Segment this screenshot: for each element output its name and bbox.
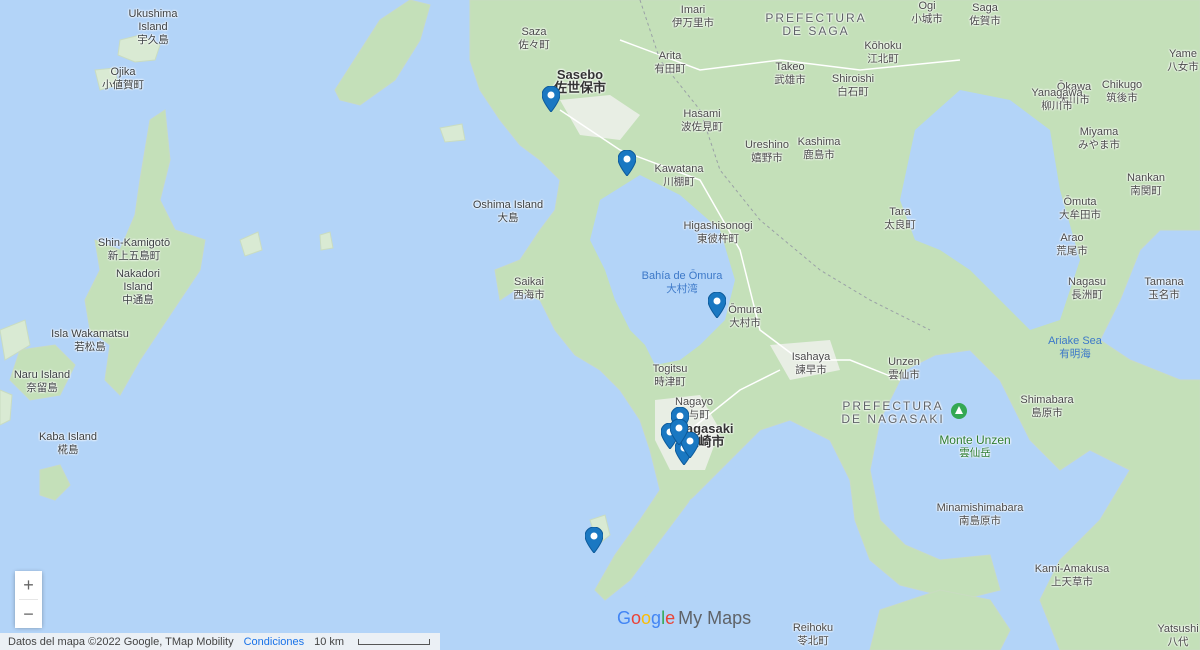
label-yatsushiro: Yatsushi 八代 [1157, 623, 1199, 648]
label-shiroishi: Shiroishi 白石町 [831, 73, 875, 98]
label-oshima: Oshima Island 大島 [472, 199, 544, 224]
label-kawatana: Kawatana 川棚町 [654, 163, 704, 188]
label-togitsu: Togitsu 時津町 [652, 363, 688, 388]
terms-link[interactable]: Condiciones [244, 636, 305, 648]
label-omura: Ōmura 大村市 [728, 304, 762, 329]
label-tara: Tara 太良町 [884, 206, 916, 231]
label-nagasu: Nagasu 長洲町 [1068, 276, 1106, 301]
pin-nagasaki-5[interactable] [670, 419, 688, 445]
pin-sasebo[interactable] [542, 86, 560, 112]
label-yanagawa: Yanagawa 柳川市 [1031, 87, 1083, 112]
label-hasami: Hasami 波佐見町 [681, 108, 723, 133]
label-chikugo: Chikugo 筑後市 [1101, 79, 1143, 104]
label-wakamatsu: Isla Wakamatsu 若松島 [51, 328, 129, 353]
label-tamana: Tamana 玉名市 [1144, 276, 1184, 301]
label-prefectura-nagasaki: PREFECTURA DE NAGASAKI [841, 399, 945, 426]
label-nankan: Nankan 南関町 [1127, 172, 1165, 197]
label-kamiamakusa: Kami-Amakusa 上天草市 [1034, 563, 1110, 588]
google-my-maps-logo: Google My Maps [617, 608, 752, 628]
zoom-out-button[interactable]: − [15, 600, 42, 628]
label-ogi: Ogi 小城市 [911, 0, 943, 25]
label-sasebo: Sasebo 佐世保市 [553, 67, 607, 95]
label-nakadori: Nakadori Island 中通島 [115, 268, 161, 306]
pin-coast[interactable] [585, 527, 603, 553]
label-isahaya: Isahaya 諫早市 [791, 351, 831, 376]
label-ukushima: Ukushima Island 宇久島 [128, 8, 178, 46]
label-saga: Saga 佐賀市 [969, 2, 1001, 27]
label-saikai: Saikai 西海市 [513, 276, 545, 301]
label-kohoku: Kōhoku 江北町 [864, 40, 902, 65]
label-omuta: Ōmuta 大牟田市 [1059, 196, 1101, 221]
pin-kawatana[interactable] [618, 150, 636, 176]
map-data-credit: Datos del mapa ©2022 Google, TMap Mobili… [8, 635, 234, 648]
scale-label: 10 km [314, 635, 345, 648]
label-monte-unzen: Monte Unzen 雲仙岳 [939, 433, 1011, 460]
label-ureshino: Ureshino 嬉野市 [744, 139, 790, 164]
park-icon [951, 403, 967, 419]
label-arao: Arao 荒尾市 [1056, 232, 1088, 257]
label-imari: Imari 伊万里市 [672, 4, 714, 29]
label-arita: Arita 有田町 [654, 50, 686, 75]
pin-omura[interactable] [708, 292, 726, 318]
label-shinkamigoto: Shin-Kamigotō 新上五島町 [97, 237, 171, 262]
label-naru: Naru Island 奈留島 [13, 369, 71, 394]
label-prefectura-saga: PREFECTURA DE SAGA [765, 11, 867, 38]
label-yame: Yame 八女市 [1167, 48, 1199, 73]
label-takeo: Takeo 武雄市 [774, 61, 806, 86]
label-saza: Saza 佐々町 [518, 26, 550, 51]
label-ojika: Ojika 小値賀町 [102, 66, 144, 91]
label-shimabara: Shimabara 島原市 [1020, 394, 1074, 419]
label-miyama: Miyama みやま市 [1078, 126, 1120, 151]
label-reihoku: Reihoku 苓北町 [792, 622, 834, 647]
label-minamishimabara: Minamishimabara 南島原市 [936, 502, 1024, 527]
map-attribution: Datos del mapa ©2022 Google, TMap Mobili… [0, 633, 440, 650]
scale-bar [358, 638, 431, 645]
label-higashisonogi: Higashisonogi 東彼杵町 [683, 220, 753, 245]
label-unzen: Unzen 雲仙市 [888, 356, 920, 381]
small-island-w [0, 389, 13, 426]
label-kashima: Kashima 鹿島市 [797, 136, 841, 161]
zoom-control: + − [15, 571, 42, 628]
zoom-in-button[interactable]: + [15, 571, 42, 599]
label-ariake-sea: Ariake Sea 有明海 [1048, 335, 1102, 360]
label-kaba: Kaba Island 椛島 [38, 431, 98, 456]
